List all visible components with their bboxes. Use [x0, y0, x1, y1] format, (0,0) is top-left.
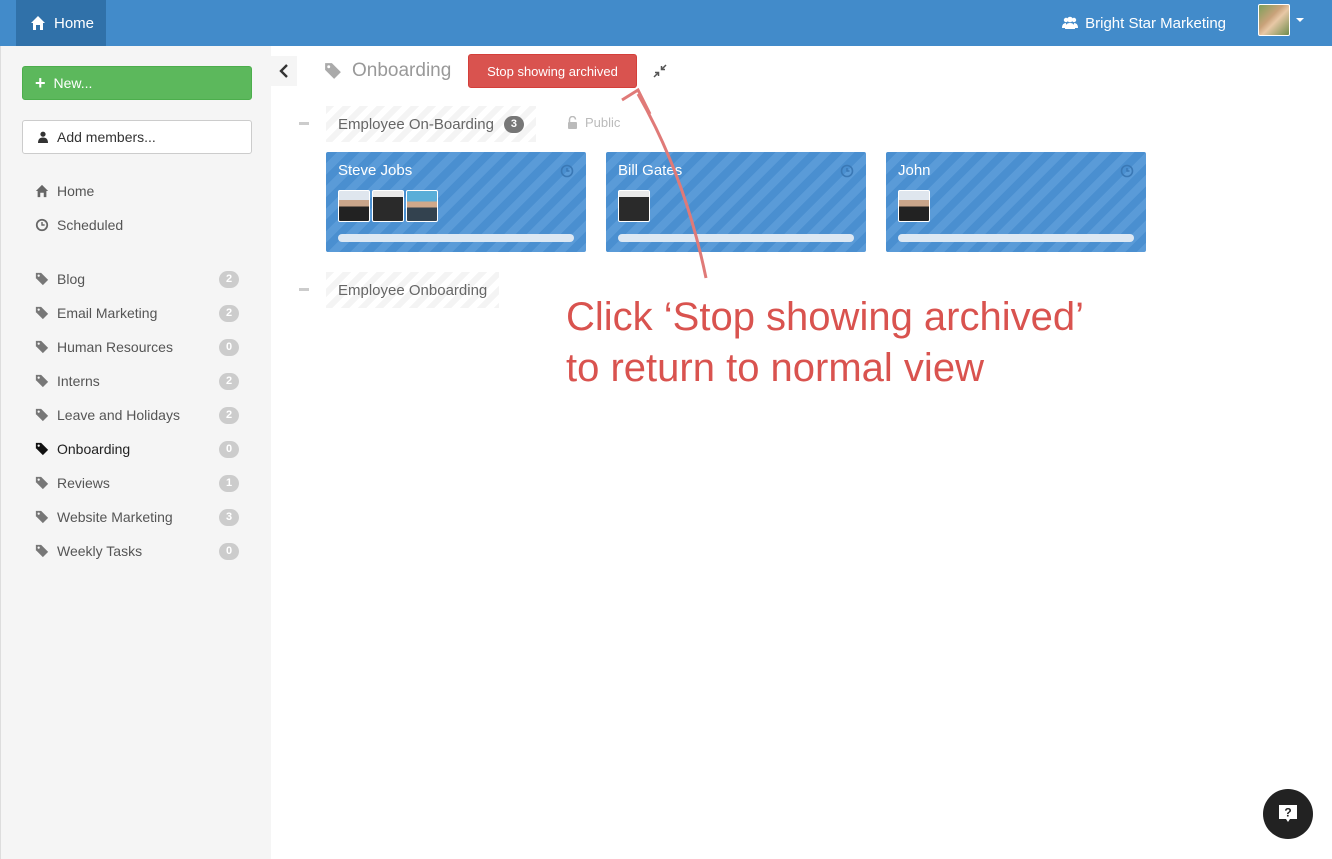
- sidebar-item-label: Website Marketing: [57, 509, 173, 525]
- group-label: Employee On-Boarding 3: [326, 106, 536, 142]
- tag-count-badge: 2: [219, 406, 239, 424]
- users-icon: [1062, 16, 1079, 29]
- clock-icon: [840, 164, 854, 178]
- tag-icon: [35, 442, 49, 456]
- tag-icon: [35, 374, 49, 388]
- tag-count-badge: 2: [219, 304, 239, 322]
- sidebar-item-email-marketing[interactable]: Email Marketing 2: [35, 303, 239, 323]
- tag-count-badge: 1: [219, 474, 239, 492]
- compress-icon[interactable]: [652, 63, 668, 79]
- collapse-sidebar-button[interactable]: [271, 56, 297, 86]
- tag-icon: [35, 272, 49, 286]
- sidebar: + New... Add members... Home Scheduled B…: [0, 46, 271, 859]
- card-members: [898, 190, 932, 222]
- card-members: [338, 190, 440, 222]
- add-members-button[interactable]: Add members...: [22, 120, 252, 154]
- sidebar-item-leave-and-holidays[interactable]: Leave and Holidays 2: [35, 405, 239, 425]
- avatar[interactable]: [372, 190, 404, 222]
- help-question-icon: ?: [1279, 805, 1297, 822]
- home-icon: [35, 184, 49, 198]
- collapse-group-dash[interactable]: [299, 122, 309, 125]
- top-navbar: Home Bright Star Marketing: [0, 0, 1332, 46]
- tag-count-badge: 2: [219, 372, 239, 390]
- chevron-down-icon: [1296, 18, 1304, 22]
- help-chat-button[interactable]: ?: [1263, 789, 1313, 839]
- chevron-left-icon: [279, 64, 288, 78]
- tag-icon: [35, 510, 49, 524]
- group-label: Employee Onboarding: [326, 272, 500, 308]
- clock-icon: [1120, 164, 1134, 178]
- tag-count-badge: 0: [219, 440, 239, 458]
- tag-count-badge: 2: [219, 270, 239, 288]
- avatar[interactable]: [898, 190, 930, 222]
- sidebar-item-label: Blog: [57, 271, 86, 287]
- sidebar-item-label: Email Marketing: [57, 305, 158, 321]
- user-avatar: [1258, 4, 1290, 36]
- card-progress-bar: [338, 234, 574, 242]
- tag-icon: [35, 476, 49, 490]
- sidebar-item-interns[interactable]: Interns 2: [35, 371, 239, 391]
- sidebar-item-label: Reviews: [57, 475, 110, 491]
- tag-icon: [325, 63, 341, 79]
- organization-name: Bright Star Marketing: [1085, 14, 1226, 32]
- organization-switcher[interactable]: Bright Star Marketing: [1062, 0, 1226, 46]
- sidebar-item-label: Home: [57, 183, 95, 199]
- sidebar-item-scheduled[interactable]: Scheduled: [35, 215, 239, 235]
- svg-text:?: ?: [1284, 806, 1291, 820]
- tag-icon: [35, 340, 49, 354]
- sidebar-item-website-marketing[interactable]: Website Marketing 3: [35, 507, 239, 527]
- sidebar-item-human-resources[interactable]: Human Resources 0: [35, 337, 239, 357]
- sidebar-item-label: Scheduled: [57, 217, 124, 233]
- user-menu[interactable]: [1258, 4, 1304, 36]
- group-header[interactable]: Employee Onboarding: [326, 272, 500, 308]
- tag-icon: [35, 408, 49, 422]
- annotation-arrow: [621, 87, 708, 279]
- sidebar-item-home[interactable]: Home: [35, 181, 239, 201]
- annotation-line: to return to normal view: [566, 346, 984, 390]
- card-title: Steve Jobs: [338, 162, 413, 179]
- sidebar-item-label: Interns: [57, 373, 100, 389]
- sidebar-item-blog[interactable]: Blog 2: [35, 269, 239, 289]
- tag-count-badge: 3: [219, 508, 239, 526]
- unlock-icon: [568, 116, 577, 129]
- user-icon: [38, 131, 48, 143]
- sidebar-item-label: Leave and Holidays: [57, 407, 180, 423]
- home-tab[interactable]: Home: [16, 0, 106, 46]
- plus-icon: +: [35, 73, 46, 93]
- home-icon: [31, 16, 45, 30]
- annotation-text: Click ‘Stop showing archived’ to return …: [566, 292, 1084, 394]
- collapse-group-dash[interactable]: [299, 288, 309, 291]
- card-title: John: [898, 162, 931, 179]
- sidebar-item-weekly-tasks[interactable]: Weekly Tasks 0: [35, 541, 239, 561]
- home-tab-label: Home: [54, 14, 95, 32]
- new-button[interactable]: + New...: [22, 66, 252, 100]
- sidebar-item-label: Onboarding: [57, 441, 131, 457]
- card-steve-jobs[interactable]: Steve Jobs: [326, 152, 586, 252]
- group-count-badge: 3: [503, 115, 524, 133]
- clock-icon: [35, 218, 49, 232]
- card-john[interactable]: John: [886, 152, 1146, 252]
- card-progress-bar: [898, 234, 1134, 242]
- tag-icon: [35, 544, 49, 558]
- tag-count-badge: 0: [219, 542, 239, 560]
- sidebar-item-label: Weekly Tasks: [57, 543, 143, 559]
- group-name: Employee On-Boarding: [338, 115, 494, 133]
- clock-icon: [560, 164, 574, 178]
- sidebar-item-label: Human Resources: [57, 339, 173, 355]
- tag-icon: [35, 306, 49, 320]
- page-title-text: Onboarding: [352, 60, 452, 81]
- avatar[interactable]: [338, 190, 370, 222]
- sidebar-item-onboarding[interactable]: Onboarding 0: [35, 439, 239, 459]
- new-button-label: New...: [53, 75, 93, 91]
- group-header[interactable]: Employee On-Boarding 3: [326, 106, 536, 142]
- page-title: Onboarding: [324, 58, 451, 84]
- tag-count-badge: 0: [219, 338, 239, 356]
- sidebar-item-reviews[interactable]: Reviews 1: [35, 473, 239, 493]
- avatar[interactable]: [406, 190, 438, 222]
- annotation-line: Click ‘Stop showing archived’: [566, 295, 1085, 339]
- group-name: Employee Onboarding: [338, 281, 488, 299]
- add-members-label: Add members...: [57, 129, 156, 145]
